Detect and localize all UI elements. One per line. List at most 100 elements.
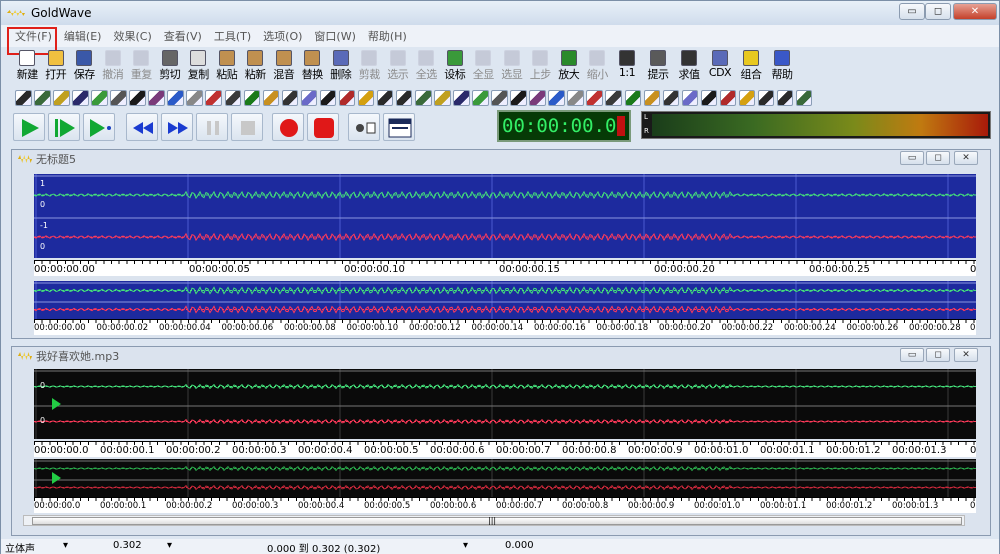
channel-dropdown-icon[interactable]: ▾ bbox=[63, 540, 68, 551]
effect-tool-icon[interactable] bbox=[529, 90, 546, 106]
channel-mode[interactable]: 立体声 bbox=[5, 540, 35, 554]
toolbar-button[interactable]: 设标 bbox=[441, 49, 470, 85]
effect-tool-icon[interactable] bbox=[662, 90, 680, 106]
effect-tool-icon[interactable] bbox=[776, 90, 794, 106]
effect-tool-icon[interactable] bbox=[414, 90, 432, 106]
effect-tool-icon[interactable] bbox=[300, 90, 318, 106]
effect-tool-icon[interactable] bbox=[491, 90, 508, 106]
menu-item[interactable]: 选项(O) bbox=[257, 28, 308, 44]
effect-tool-icon[interactable] bbox=[719, 90, 737, 106]
effect-tool-icon[interactable] bbox=[224, 90, 242, 106]
effect-tool-icon[interactable] bbox=[510, 90, 527, 106]
menu-item[interactable]: 帮助(H) bbox=[362, 28, 413, 44]
sub-minimize-button[interactable]: ▭ bbox=[900, 348, 924, 362]
menu-item[interactable]: 效果(C) bbox=[107, 28, 157, 44]
toolbar-button[interactable]: 求值 bbox=[674, 49, 705, 85]
toolbar-button[interactable]: 粘新 bbox=[241, 49, 270, 85]
toolbar-button[interactable]: 重复 bbox=[127, 49, 156, 85]
effect-tool-icon[interactable] bbox=[643, 90, 661, 106]
title-bar[interactable]: GoldWave ▭ ◻ ✕ bbox=[1, 1, 999, 25]
sub-maximize-button[interactable]: ◻ bbox=[926, 348, 950, 362]
toolbar-button[interactable]: CDX bbox=[705, 49, 736, 85]
minimize-button[interactable]: ▭ bbox=[899, 3, 925, 20]
effect-tool-icon[interactable] bbox=[262, 90, 280, 106]
toolbar-button[interactable]: 1:1 bbox=[612, 49, 643, 85]
toolbar-button[interactable]: 替换 bbox=[298, 49, 327, 85]
effect-tool-icon[interactable] bbox=[681, 90, 699, 106]
menu-item[interactable]: 编辑(E) bbox=[58, 28, 108, 44]
effect-tool-icon[interactable] bbox=[567, 90, 584, 106]
effect-tool-icon[interactable] bbox=[167, 90, 184, 106]
menu-item[interactable]: 工具(T) bbox=[208, 28, 257, 44]
length-dropdown-icon[interactable]: ▾ bbox=[167, 540, 172, 551]
effect-tool-icon[interactable] bbox=[453, 90, 470, 106]
sub-close-button[interactable]: ✕ bbox=[954, 348, 978, 362]
effect-tool-icon[interactable] bbox=[243, 90, 261, 106]
toolbar-button[interactable]: 新建 bbox=[13, 49, 42, 85]
toolbar-button[interactable]: 全显 bbox=[469, 49, 498, 85]
toolbar-button[interactable]: 复制 bbox=[184, 49, 213, 85]
menu-item[interactable]: 窗口(W) bbox=[308, 28, 361, 44]
effect-tool-icon[interactable] bbox=[205, 90, 223, 106]
toolbar-button[interactable]: 放大 bbox=[555, 49, 584, 85]
effect-tool-icon[interactable] bbox=[319, 90, 337, 106]
selection-dropdown-icon[interactable]: ▾ bbox=[463, 540, 468, 551]
effect-tool-icon[interactable] bbox=[91, 90, 108, 106]
monitor-button[interactable] bbox=[348, 113, 380, 141]
effect-tool-icon[interactable] bbox=[72, 90, 89, 106]
sub-close-button[interactable]: ✕ bbox=[954, 151, 978, 165]
scroll-thumb[interactable]: ||| bbox=[32, 516, 962, 525]
play-button[interactable] bbox=[13, 113, 45, 141]
toolbar-button[interactable]: 粘贴 bbox=[213, 49, 242, 85]
sub-maximize-button[interactable]: ◻ bbox=[926, 151, 950, 165]
effect-tool-icon[interactable] bbox=[795, 90, 813, 106]
toolbar-button[interactable]: 保存 bbox=[70, 49, 99, 85]
toolbar-button[interactable]: 撤消 bbox=[99, 49, 128, 85]
effect-tool-icon[interactable] bbox=[110, 90, 127, 106]
fast-forward-button[interactable] bbox=[161, 113, 193, 141]
record-selection-button[interactable] bbox=[307, 113, 339, 141]
sound-window-title-bar[interactable]: 我好喜欢她.mp3 ▭ ◻ ✕ bbox=[12, 347, 990, 365]
waveform-main-2[interactable]: 00 bbox=[33, 369, 976, 439]
device-controls-button[interactable] bbox=[383, 113, 415, 141]
toolbar-button[interactable]: 混音 bbox=[270, 49, 299, 85]
effect-tool-icon[interactable] bbox=[472, 90, 489, 106]
effect-tool-icon[interactable] bbox=[53, 90, 70, 106]
effect-tool-icon[interactable] bbox=[757, 90, 775, 106]
close-button[interactable]: ✕ bbox=[953, 3, 997, 20]
effect-tool-icon[interactable] bbox=[605, 90, 622, 106]
toolbar-button[interactable]: 上步 bbox=[526, 49, 555, 85]
effect-tool-icon[interactable] bbox=[548, 90, 565, 106]
toolbar-button[interactable]: 提示 bbox=[643, 49, 674, 85]
effect-tool-icon[interactable] bbox=[148, 90, 165, 106]
pause-button[interactable] bbox=[196, 113, 228, 141]
play-selection-button[interactable] bbox=[48, 113, 80, 141]
maximize-button[interactable]: ◻ bbox=[925, 3, 951, 20]
toolbar-button[interactable]: 剪裁 bbox=[355, 49, 384, 85]
play-cursor-icon[interactable] bbox=[52, 472, 61, 484]
effect-tool-icon[interactable] bbox=[434, 90, 451, 106]
effect-tool-icon[interactable] bbox=[338, 90, 356, 106]
effect-tool-icon[interactable] bbox=[586, 90, 603, 106]
toolbar-button[interactable]: 缩小 bbox=[583, 49, 612, 85]
toolbar-button[interactable]: 打开 bbox=[42, 49, 71, 85]
effect-tool-icon[interactable] bbox=[395, 90, 413, 106]
stop-button[interactable] bbox=[231, 113, 263, 141]
effect-tool-icon[interactable] bbox=[700, 90, 718, 106]
effect-tool-icon[interactable] bbox=[281, 90, 299, 106]
record-button[interactable] bbox=[272, 113, 304, 141]
horizontal-scrollbar[interactable]: ||| bbox=[23, 515, 965, 526]
toolbar-button[interactable]: 选显 bbox=[498, 49, 527, 85]
effect-tool-icon[interactable] bbox=[34, 90, 51, 106]
toolbar-button[interactable]: 组合 bbox=[736, 49, 767, 85]
toolbar-button[interactable]: 帮助 bbox=[767, 49, 798, 85]
toolbar-button[interactable]: 选示 bbox=[384, 49, 413, 85]
sub-minimize-button[interactable]: ▭ bbox=[900, 151, 924, 165]
sound-window-title-bar[interactable]: 无标题5 ▭ ◻ ✕ bbox=[12, 150, 990, 168]
play-cursor-icon[interactable] bbox=[52, 398, 61, 410]
waveform-overview-1[interactable] bbox=[33, 281, 976, 319]
effect-tool-icon[interactable] bbox=[376, 90, 394, 106]
effect-tool-icon[interactable] bbox=[624, 90, 642, 106]
effect-tool-icon[interactable] bbox=[186, 90, 203, 106]
rewind-button[interactable] bbox=[126, 113, 158, 141]
